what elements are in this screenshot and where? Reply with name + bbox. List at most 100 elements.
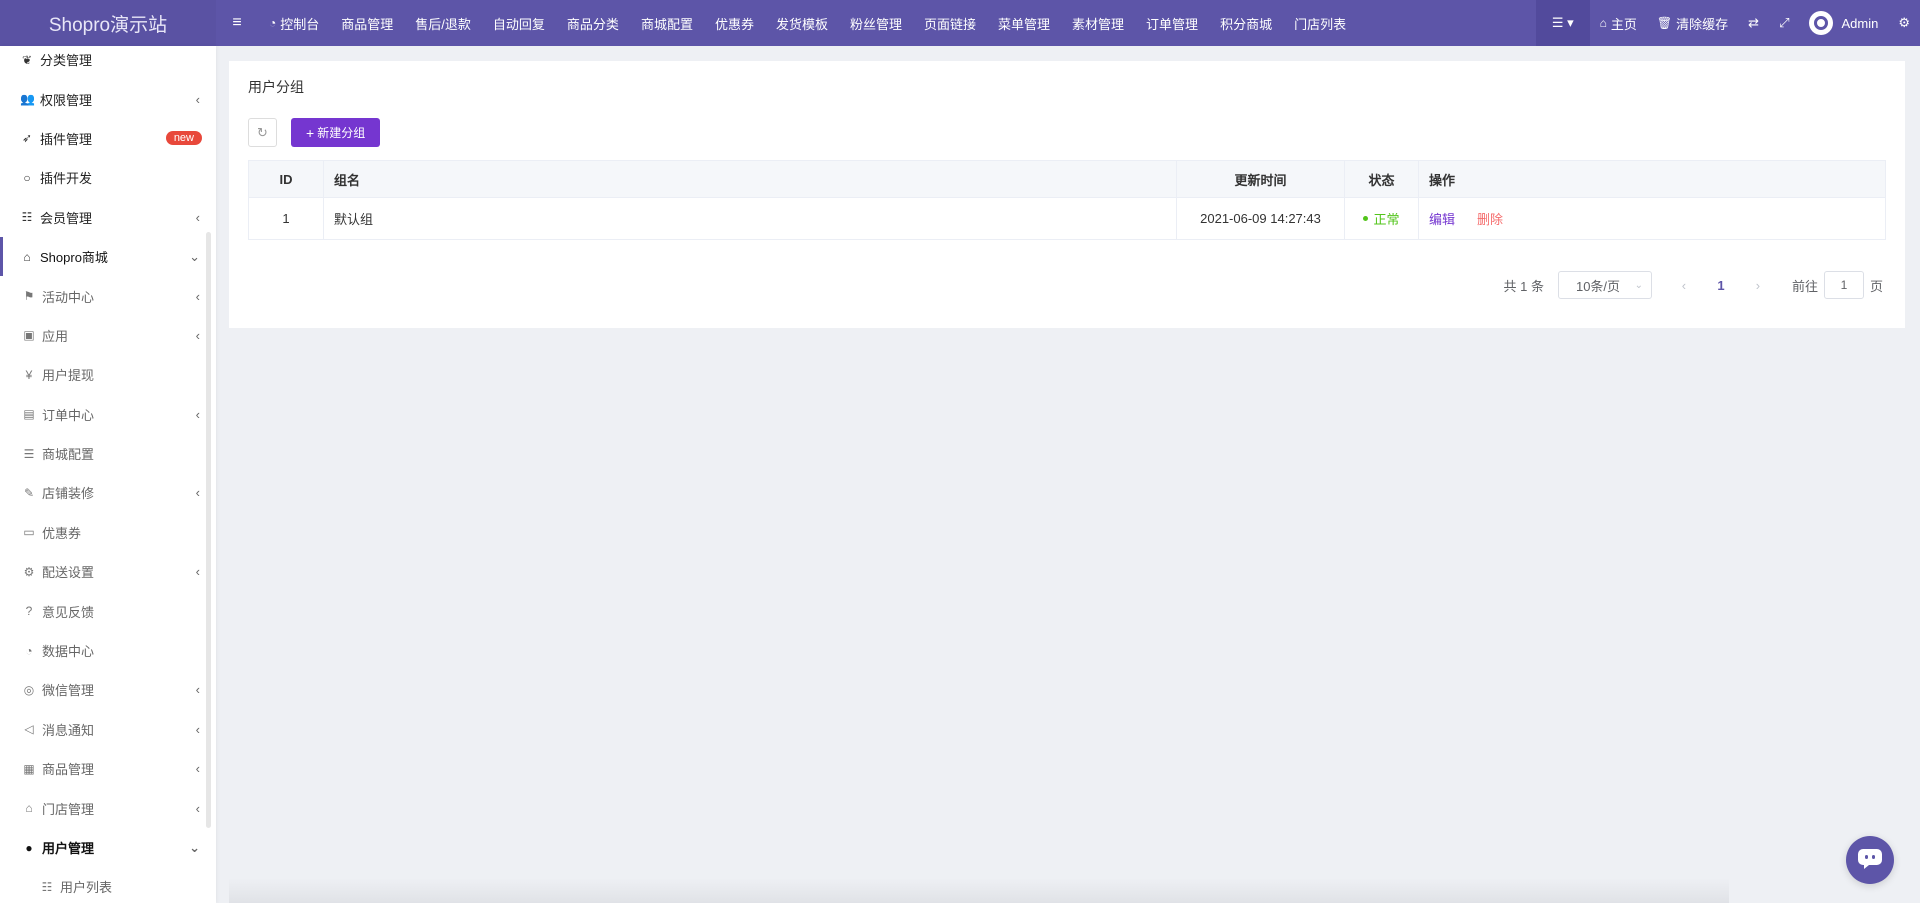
topnav-autoreply[interactable]: 自动回复 (482, 0, 556, 46)
brush-icon: ✎ (23, 485, 35, 500)
chevron-down-icon: ⌄ (1634, 279, 1643, 291)
sidebar-item-notify[interactable]: ◁ 消息通知 ‹ (0, 710, 216, 749)
page-title: 用户分组 (248, 79, 304, 95)
topnav-goods[interactable]: 商品管理 (330, 0, 404, 46)
topnav-menu[interactable]: 菜单管理 (987, 0, 1061, 46)
sidebar-item-data[interactable]: ◔ 数据中心 (0, 631, 216, 670)
sidebar-item-member[interactable]: ☷ 会员管理 ‹ (0, 198, 216, 237)
wechat-icon: ◎ (23, 682, 35, 697)
sidebar-item-auth[interactable]: 👥 权限管理 ‹ (0, 79, 216, 118)
sidebar-item-category[interactable]: ❦ 分类管理 (0, 46, 216, 79)
translate-icon: ⇄ (1748, 15, 1760, 30)
cell-id: 1 (249, 198, 324, 239)
delete-link[interactable]: 删除 (1477, 209, 1503, 228)
topnav-orders[interactable]: 订单管理 (1135, 0, 1209, 46)
topnav-category[interactable]: 商品分类 (556, 0, 630, 46)
sidebar-item-apps[interactable]: ▣ 应用 ‹ (0, 316, 216, 355)
sidebar-item-stores[interactable]: ⌂ 门店管理 ‹ (0, 788, 216, 827)
user-menu[interactable]: Admin (1799, 0, 1888, 46)
topnav-refund[interactable]: 售后/退款 (404, 0, 482, 46)
cell-operation: 编辑 删除 (1419, 198, 1885, 239)
list-icon: ☷ (41, 879, 53, 894)
sidebar-item-withdraw[interactable]: ¥ 用户提现 (0, 355, 216, 394)
top-right-tools: ☰ ▾ ⌂ 主页 🗑 清除缓存 ⇄ ⤢ Admin ⚙ (1535, 0, 1920, 46)
header-time[interactable]: 更新时间 (1177, 161, 1345, 197)
top-navbar: Shopro演示站 ≡ ◔ 控制台 商品管理 售后/退款 自动回复 商品分类 商城… (0, 0, 1920, 46)
ticket-icon: ▭ (23, 525, 35, 540)
chevron-left-icon: ‹ (195, 682, 200, 698)
home-icon: ⌂ (1599, 16, 1607, 30)
topnav-dashboard[interactable]: ◔ 控制台 (258, 0, 330, 46)
pagination: 共 1 条 10条/页⌄ ‹ 1 › 前往 页 (1503, 271, 1883, 299)
chevron-left-icon: ‹ (195, 327, 200, 343)
file-icon: ▤ (23, 407, 35, 422)
sidebar-item-shopro[interactable]: ⌂ Shopro商城 ⌄ (0, 236, 216, 277)
list-dropdown-icon: ☰ ▾ (1551, 15, 1574, 30)
sidebar-item-user-manage[interactable]: ● 用户管理 ⌄ (0, 828, 216, 867)
pagination-total: 共 1 条 (1503, 278, 1544, 294)
topnav-material[interactable]: 素材管理 (1061, 0, 1135, 46)
goto-suffix: 页 (1869, 278, 1883, 294)
bullhorn-icon: ◁ (24, 722, 34, 737)
refresh-button[interactable]: ↻ (248, 118, 277, 147)
sliders-icon: ☰ (23, 446, 35, 461)
clear-cache-button[interactable]: 🗑 清除缓存 (1647, 0, 1738, 46)
more-menu-button[interactable]: ☰ ▾ (1535, 0, 1590, 46)
sidebar-item-goods[interactable]: ▦ 商品管理 ‹ (0, 749, 216, 788)
home-link[interactable]: ⌂ 主页 (1590, 0, 1647, 46)
prev-page-button[interactable]: ‹ (1670, 278, 1698, 293)
chevron-down-icon: ⌄ (189, 839, 200, 855)
sidebar-item-dispatch[interactable]: ⚙ 配送设置 ‹ (0, 552, 216, 591)
bottom-shadow (229, 878, 1729, 903)
sidebar-item-orders[interactable]: ▤ 订单中心 ‹ (0, 395, 216, 434)
page-size-select[interactable]: 10条/页 ⌄ (1557, 271, 1652, 299)
cell-name: 默认组 (324, 198, 1177, 239)
sidebar-item-decorate[interactable]: ✎ 店铺装修 ‹ (0, 473, 216, 512)
header-status[interactable]: 状态 (1345, 161, 1419, 197)
topnav-links[interactable]: 页面链接 (913, 0, 987, 46)
edit-link[interactable]: 编辑 (1429, 209, 1455, 228)
trash-icon: 🗑 (1656, 16, 1673, 30)
topnav-score-shop[interactable]: 积分商城 (1209, 0, 1283, 46)
yen-icon: ¥ (25, 367, 33, 382)
avatar (1809, 11, 1834, 35)
sidebar-item-wechat[interactable]: ◎ 微信管理 ‹ (0, 670, 216, 709)
status-dot-icon (1363, 216, 1369, 221)
sidebar-item-addon[interactable]: ➶ 插件管理 new (0, 119, 216, 158)
goto-page-input[interactable] (1823, 271, 1864, 299)
add-group-button[interactable]: + 新建分组 (291, 118, 381, 147)
menu-toggle-button[interactable]: ≡ (216, 0, 258, 46)
header-name[interactable]: 组名 (324, 161, 1177, 197)
app-logo[interactable]: Shopro演示站 (0, 0, 216, 46)
sidebar-item-activity[interactable]: ⚑ 活动中心 ‹ (0, 276, 216, 315)
language-button[interactable]: ⇄ (1738, 0, 1769, 46)
chevron-down-icon: ⌄ (189, 248, 200, 264)
chevron-left-icon: ‹ (195, 564, 200, 580)
sidebar-scrollbar[interactable] (206, 232, 211, 828)
settings-button[interactable]: ⚙ (1888, 0, 1920, 46)
header-id[interactable]: ID (249, 161, 324, 197)
sidebar-item-coupon[interactable]: ▭ 优惠券 (0, 513, 216, 552)
sidebar-item-feedback[interactable]: ? 意见反馈 (0, 591, 216, 630)
chat-button[interactable] (1846, 836, 1894, 884)
topnav-dispatch[interactable]: 发货模板 (765, 0, 839, 46)
topnav-fans[interactable]: 粉丝管理 (839, 0, 913, 46)
sidebar-item-addon-dev[interactable]: ○ 插件开发 (0, 158, 216, 197)
plus-icon: + (306, 124, 315, 141)
next-page-button[interactable]: › (1744, 278, 1772, 293)
flag-icon: ⚑ (23, 289, 35, 304)
page-number[interactable]: 1 (1698, 278, 1744, 293)
rocket-icon: ➶ (21, 131, 33, 146)
sidebar-item-shop-config[interactable]: ☰ 商城配置 (0, 434, 216, 473)
dashboard-icon: ◔ (269, 16, 277, 30)
list-icon: ☷ (21, 210, 33, 225)
chevron-left-icon: ‹ (195, 800, 200, 816)
gear-icon: ⚙ (1898, 15, 1910, 30)
fullscreen-button[interactable]: ⤢ (1769, 0, 1799, 46)
topnav-stores[interactable]: 门店列表 (1283, 0, 1357, 46)
chevron-left-icon: ‹ (195, 406, 200, 422)
sidebar-item-user-list[interactable]: ☷ 用户列表 (0, 867, 216, 903)
question-icon: ? (25, 604, 33, 619)
topnav-shop-config[interactable]: 商城配置 (630, 0, 704, 46)
topnav-coupon[interactable]: 优惠券 (704, 0, 765, 46)
